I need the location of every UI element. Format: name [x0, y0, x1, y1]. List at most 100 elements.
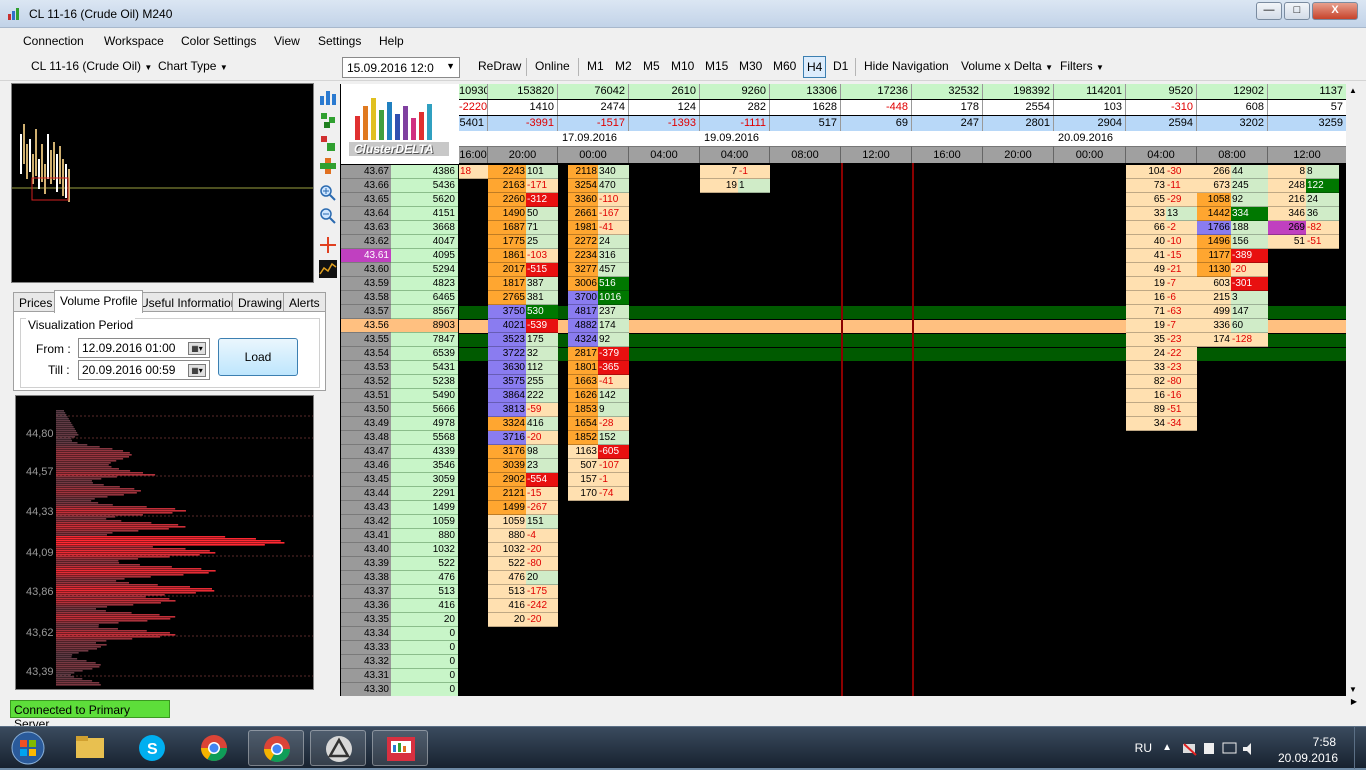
cluster-cell[interactable]: 216 24	[1268, 193, 1339, 207]
cluster-cell[interactable]: 3254 470	[568, 179, 629, 193]
cluster-cell[interactable]: 104 -30	[1126, 165, 1197, 179]
cluster-cell[interactable]: 8 8	[1268, 165, 1339, 179]
zoom-in-icon[interactable]	[319, 184, 337, 202]
indicator-icon[interactable]	[319, 260, 337, 278]
tf-m10-button[interactable]: M10	[671, 59, 694, 73]
cluster-cell[interactable]: 65 -29	[1126, 193, 1197, 207]
tf-m5-button[interactable]: M5	[643, 59, 660, 73]
price-row[interactable]: 43.44 2291	[341, 487, 458, 501]
price-row[interactable]: 43.46 3546	[341, 459, 458, 473]
cluster-cell[interactable]: 73 -11	[1126, 179, 1197, 193]
price-row[interactable]: 43.39 522	[341, 557, 458, 571]
crosshair-icon[interactable]	[319, 236, 337, 254]
chrome-open-taskbar-button[interactable]	[248, 730, 304, 766]
cluster-cell[interactable]: 1032 -20	[488, 543, 558, 557]
tf-h4-button[interactable]: H4	[803, 56, 827, 78]
from-date-picker[interactable]: 12.09.2016 01:00 ▦▾	[78, 338, 210, 358]
tray-expand-icon[interactable]: ▲	[1162, 742, 1172, 753]
price-row[interactable]: 43.59 4823	[341, 277, 458, 291]
cluster-cell[interactable]: 336 60	[1197, 319, 1268, 333]
cluster-cell[interactable]: 7 -1	[700, 165, 770, 179]
price-row[interactable]: 43.50 5666	[341, 403, 458, 417]
maximize-button[interactable]: □	[1284, 2, 1310, 20]
cluster-cell[interactable]: 4817 237	[568, 305, 629, 319]
cluster-cell[interactable]: 522 -80	[488, 557, 558, 571]
cluster-cell[interactable]: 3813 -59	[488, 403, 558, 417]
tf-m60-button[interactable]: M60	[773, 59, 796, 73]
cluster-cell[interactable]: 1626 142	[568, 389, 629, 403]
date-picker[interactable]: 15.09.2016 12:0 ▼	[342, 57, 460, 78]
cluster-cell[interactable]: 215 3	[1197, 291, 1268, 305]
load-button[interactable]: Load	[218, 338, 298, 376]
language-indicator[interactable]: RU	[1135, 741, 1152, 755]
menu-color-settings[interactable]: Color Settings	[181, 34, 256, 48]
tf-m2-button[interactable]: M2	[615, 59, 632, 73]
price-row[interactable]: 43.33 0	[341, 641, 458, 655]
scroll-down-icon[interactable]: ▼	[1349, 685, 1357, 694]
cluster-cell[interactable]: 2902 -554	[488, 473, 558, 487]
calendar-icon[interactable]: ▦▾	[188, 364, 206, 377]
tf-d1-button[interactable]: D1	[833, 59, 848, 73]
cluster-cell[interactable]: 3360 -110	[568, 193, 629, 207]
cluster-cell[interactable]: 33 13	[1126, 207, 1197, 221]
online-button[interactable]: Online	[535, 59, 570, 73]
show-desktop-button[interactable]	[1354, 727, 1366, 769]
scroll-right-icon[interactable]: ▶	[1351, 697, 1357, 706]
cluster-cell[interactable]: 34 -34	[1126, 417, 1197, 431]
price-row[interactable]: 43.32 0	[341, 655, 458, 669]
cluster-cell[interactable]: 16 -6	[1126, 291, 1197, 305]
tab-volume-profile[interactable]: Volume Profile	[54, 290, 144, 313]
price-row[interactable]: 43.53 5431	[341, 361, 458, 375]
price-row[interactable]: 43.60 5294	[341, 263, 458, 277]
cluster-cell[interactable]: 2121 -15	[488, 487, 558, 501]
cluster-cell[interactable]: 1163 -605	[568, 445, 629, 459]
cluster-chart[interactable]: ClusterDELTA 10930 153820 76042 2610 9260 133…	[340, 84, 1359, 696]
price-row[interactable]: 43.66 5436	[341, 179, 458, 193]
filters-dropdown[interactable]: Filters ▼	[1060, 59, 1104, 73]
minimize-button[interactable]: —	[1256, 2, 1282, 20]
cluster-cell[interactable]: 248 122	[1268, 179, 1339, 193]
close-button[interactable]: X	[1312, 2, 1358, 20]
cluster-cell[interactable]: 3523 175	[488, 333, 558, 347]
horizontal-scrollbar[interactable]: ▶	[340, 696, 1359, 710]
cluster-cell[interactable]: 673 245	[1197, 179, 1268, 193]
price-row[interactable]: 43.52 5238	[341, 375, 458, 389]
cluster-cell[interactable]: 603 -301	[1197, 277, 1268, 291]
cluster-cell[interactable]: 20 -20	[488, 613, 558, 627]
cross-cluster-icon[interactable]	[319, 157, 337, 175]
cluster-cell[interactable]: 1130 -20	[1197, 263, 1268, 277]
cluster-cell[interactable]: 19 1	[700, 179, 770, 193]
cluster-cell[interactable]: 1981 -41	[568, 221, 629, 235]
cluster-cell[interactable]: 269 -82	[1268, 221, 1339, 235]
calendar-icon[interactable]: ▦▾	[188, 342, 206, 355]
cluster-cell[interactable]: 170 -74	[568, 487, 629, 501]
cluster-cell[interactable]: 1853 9	[568, 403, 629, 417]
cluster-cell[interactable]: 2661 -167	[568, 207, 629, 221]
cluster-cell[interactable]: 2118 340	[568, 165, 629, 179]
price-row[interactable]: 43.54 6539	[341, 347, 458, 361]
price-row[interactable]: 43.63 3668	[341, 221, 458, 235]
cluster-cell[interactable]: 3324 416	[488, 417, 558, 431]
cluster-cell[interactable]: 3716 -20	[488, 431, 558, 445]
volume-delta-dropdown[interactable]: Volume x Delta ▼	[961, 59, 1053, 73]
cluster-cell[interactable]: 2260 -312	[488, 193, 558, 207]
tf-m15-button[interactable]: M15	[705, 59, 728, 73]
cluster-cell[interactable]: 3700 1016	[568, 291, 629, 305]
cluster-cell[interactable]: 4021 -539	[488, 319, 558, 333]
price-row[interactable]: 43.36 416	[341, 599, 458, 613]
price-row[interactable]: 43.62 4047	[341, 235, 458, 249]
cluster-cell[interactable]: 1442 334	[1197, 207, 1268, 221]
cluster-cell[interactable]: 416 -242	[488, 599, 558, 613]
tab-drawing[interactable]: Drawing	[232, 292, 289, 312]
cluster-cell[interactable]: 3039 23	[488, 459, 558, 473]
price-row[interactable]: 43.48 5568	[341, 431, 458, 445]
cluster-cell[interactable]: 1177 -389	[1197, 249, 1268, 263]
price-row[interactable]: 43.43 1499	[341, 501, 458, 515]
cluster-cell[interactable]: 24 -22	[1126, 347, 1197, 361]
hide-navigation-button[interactable]: Hide Navigation	[864, 59, 949, 73]
clusterdelta-taskbar-button[interactable]	[372, 730, 428, 766]
till-date-picker[interactable]: 20.09.2016 00:59 ▦▾	[78, 360, 210, 380]
cluster-cell[interactable]: 3575 255	[488, 375, 558, 389]
clock-time[interactable]: 7:58	[1313, 735, 1336, 749]
cluster-cell[interactable]: 2817 -379	[568, 347, 629, 361]
